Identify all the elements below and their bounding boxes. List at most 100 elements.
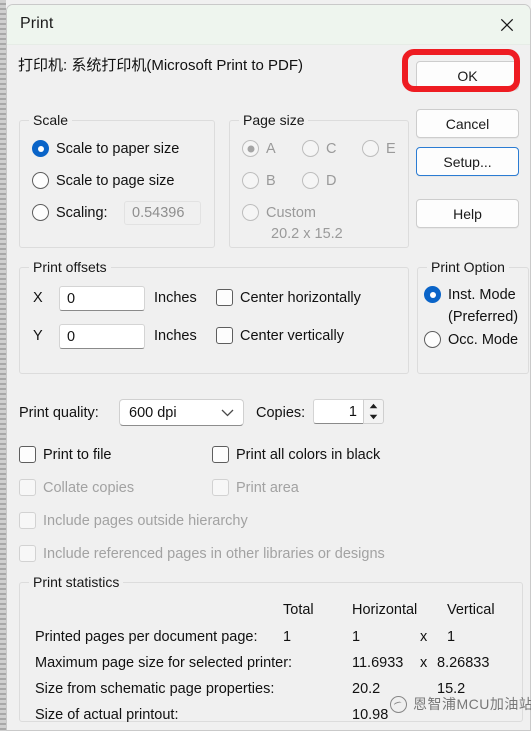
checkbox-indicator (19, 512, 36, 529)
radio-page-size-c[interactable]: C (302, 140, 336, 157)
stats-header-vertical: Vertical (447, 602, 495, 618)
copies-value: 1 (348, 403, 357, 420)
stats-header-horizontal: Horizontal (352, 602, 418, 618)
radio-label: Inst. Mode (448, 286, 516, 303)
radio-label: A (266, 140, 276, 157)
radio-label: Custom (266, 204, 316, 221)
print-statistics-group: Print statistics Total Horizontal Vertic… (19, 574, 523, 723)
radio-inst-mode[interactable]: Inst. Mode (424, 286, 516, 303)
radio-scaling[interactable]: Scaling: (32, 204, 108, 221)
checkbox-print-all-colors-in-black[interactable]: Print all colors in black (212, 446, 380, 463)
radio-label: E (386, 140, 396, 157)
print-quality-value: 600 dpi (129, 404, 177, 421)
print-offsets-group: Print offsets X 0 Inches Center horizont… (19, 259, 409, 374)
radio-indicator (424, 331, 441, 348)
offset-x-label: X (33, 290, 43, 306)
copies-spin-buttons[interactable] (363, 399, 384, 424)
checkbox-indicator (212, 446, 229, 463)
radio-indicator (424, 286, 441, 303)
offset-x-input[interactable]: 0 (59, 286, 145, 311)
stats-cell-horizontal: 1 (352, 629, 361, 645)
scaling-value: 0.54396 (132, 205, 185, 221)
radio-indicator (242, 140, 259, 157)
scaling-input[interactable]: 0.54396 (124, 201, 201, 225)
checkbox-label: Include pages outside hierarchy (43, 512, 248, 529)
checkbox-label: Print all colors in black (236, 446, 381, 463)
copies-stepper[interactable]: 1 (313, 399, 384, 424)
checkbox-label: Collate copies (43, 479, 135, 496)
stats-cell-vertical: 15.2 (437, 681, 466, 697)
offset-x-units: Inches (154, 290, 197, 306)
radio-label: Scale to page size (56, 172, 175, 189)
background-window-edge (0, 0, 6, 731)
radio-indicator (32, 204, 49, 221)
caret-down-icon[interactable] (364, 412, 383, 424)
stats-cell-vertical: 1 (447, 629, 456, 645)
checkbox-center-horizontally[interactable]: Center horizontally (216, 289, 361, 306)
radio-indicator (32, 140, 49, 157)
print-quality-label: Print quality: (19, 405, 99, 421)
stats-cell-total: 1 (283, 629, 292, 645)
checkbox-indicator (216, 289, 233, 306)
radio-page-size-d[interactable]: D (302, 172, 336, 189)
scale-group-legend: Scale (29, 112, 73, 128)
radio-label: C (326, 140, 337, 157)
radio-indicator (242, 172, 259, 189)
checkbox-print-area[interactable]: Print area (212, 479, 299, 496)
checkbox-center-vertically[interactable]: Center vertically (216, 327, 344, 344)
print-option-group: Print Option Inst. Mode (Preferred) Occ.… (417, 259, 529, 374)
print-option-group-legend: Print Option (427, 259, 509, 275)
radio-label: D (326, 172, 337, 189)
printer-label: 打印机: 系统打印机(Microsoft Print to PDF) (18, 57, 304, 74)
radio-indicator (242, 204, 259, 221)
radio-indicator (302, 172, 319, 189)
table-row: Size of actual printout: (35, 707, 179, 723)
radio-label: B (266, 172, 276, 189)
checkbox-indicator (19, 545, 36, 562)
checkbox-label: Include referenced pages in other librar… (43, 545, 385, 562)
radio-indicator (362, 140, 379, 157)
inst-mode-sublabel: (Preferred) (448, 309, 519, 325)
radio-scale-to-page-size[interactable]: Scale to page size (32, 172, 175, 189)
checkbox-collate-copies[interactable]: Collate copies (19, 479, 134, 496)
stats-cell-horizontal: 20.2 (352, 681, 381, 697)
copies-input[interactable]: 1 (313, 399, 363, 424)
help-button[interactable]: Help (416, 199, 519, 228)
copies-label: Copies: (256, 405, 306, 421)
offset-y-input[interactable]: 0 (59, 324, 145, 349)
scale-group: Scale Scale to paper size Scale to page … (19, 112, 215, 248)
checkbox-indicator (212, 479, 229, 496)
checkbox-label: Print area (236, 479, 299, 496)
checkbox-print-to-file[interactable]: Print to file (19, 446, 112, 463)
checkbox-indicator (19, 446, 36, 463)
radio-label: Scaling: (56, 204, 108, 221)
offset-y-value: 0 (67, 328, 76, 345)
title-bar: Print (7, 5, 530, 45)
page-size-group-legend: Page size (239, 112, 309, 128)
checkbox-label: Print to file (43, 446, 112, 463)
checkbox-label: Center vertically (240, 327, 344, 344)
radio-page-size-b[interactable]: B (242, 172, 276, 189)
print-quality-select[interactable]: 600 dpi (119, 399, 244, 426)
window-title: Print (20, 15, 54, 32)
setup-button[interactable]: Setup... (416, 147, 519, 176)
caret-up-icon[interactable] (364, 400, 383, 412)
radio-scale-to-paper-size[interactable]: Scale to paper size (32, 140, 179, 157)
radio-page-size-a[interactable]: A (242, 140, 276, 157)
radio-page-size-custom[interactable]: Custom (242, 204, 316, 221)
radio-occ-mode[interactable]: Occ. Mode (424, 331, 518, 348)
checkbox-indicator (19, 479, 36, 496)
checkbox-label: Center horizontally (240, 289, 361, 306)
checkbox-include-pages-outside-hierarchy[interactable]: Include pages outside hierarchy (19, 512, 248, 529)
stats-cell-vertical: 8.26833 (437, 655, 490, 671)
page-size-group: Page size A C E B D Custom 20.2 x 15.2 (229, 112, 409, 248)
offset-y-units: Inches (154, 328, 197, 344)
close-icon[interactable] (484, 5, 530, 45)
table-row: Maximum page size for selected printer: (35, 655, 293, 671)
radio-page-size-e[interactable]: E (362, 140, 396, 157)
ok-button[interactable]: OK (416, 61, 519, 90)
checkbox-include-referenced-pages[interactable]: Include referenced pages in other librar… (19, 545, 385, 562)
stats-cell-separator: x (420, 629, 428, 645)
radio-label: Occ. Mode (448, 331, 519, 348)
cancel-button[interactable]: Cancel (416, 109, 519, 138)
